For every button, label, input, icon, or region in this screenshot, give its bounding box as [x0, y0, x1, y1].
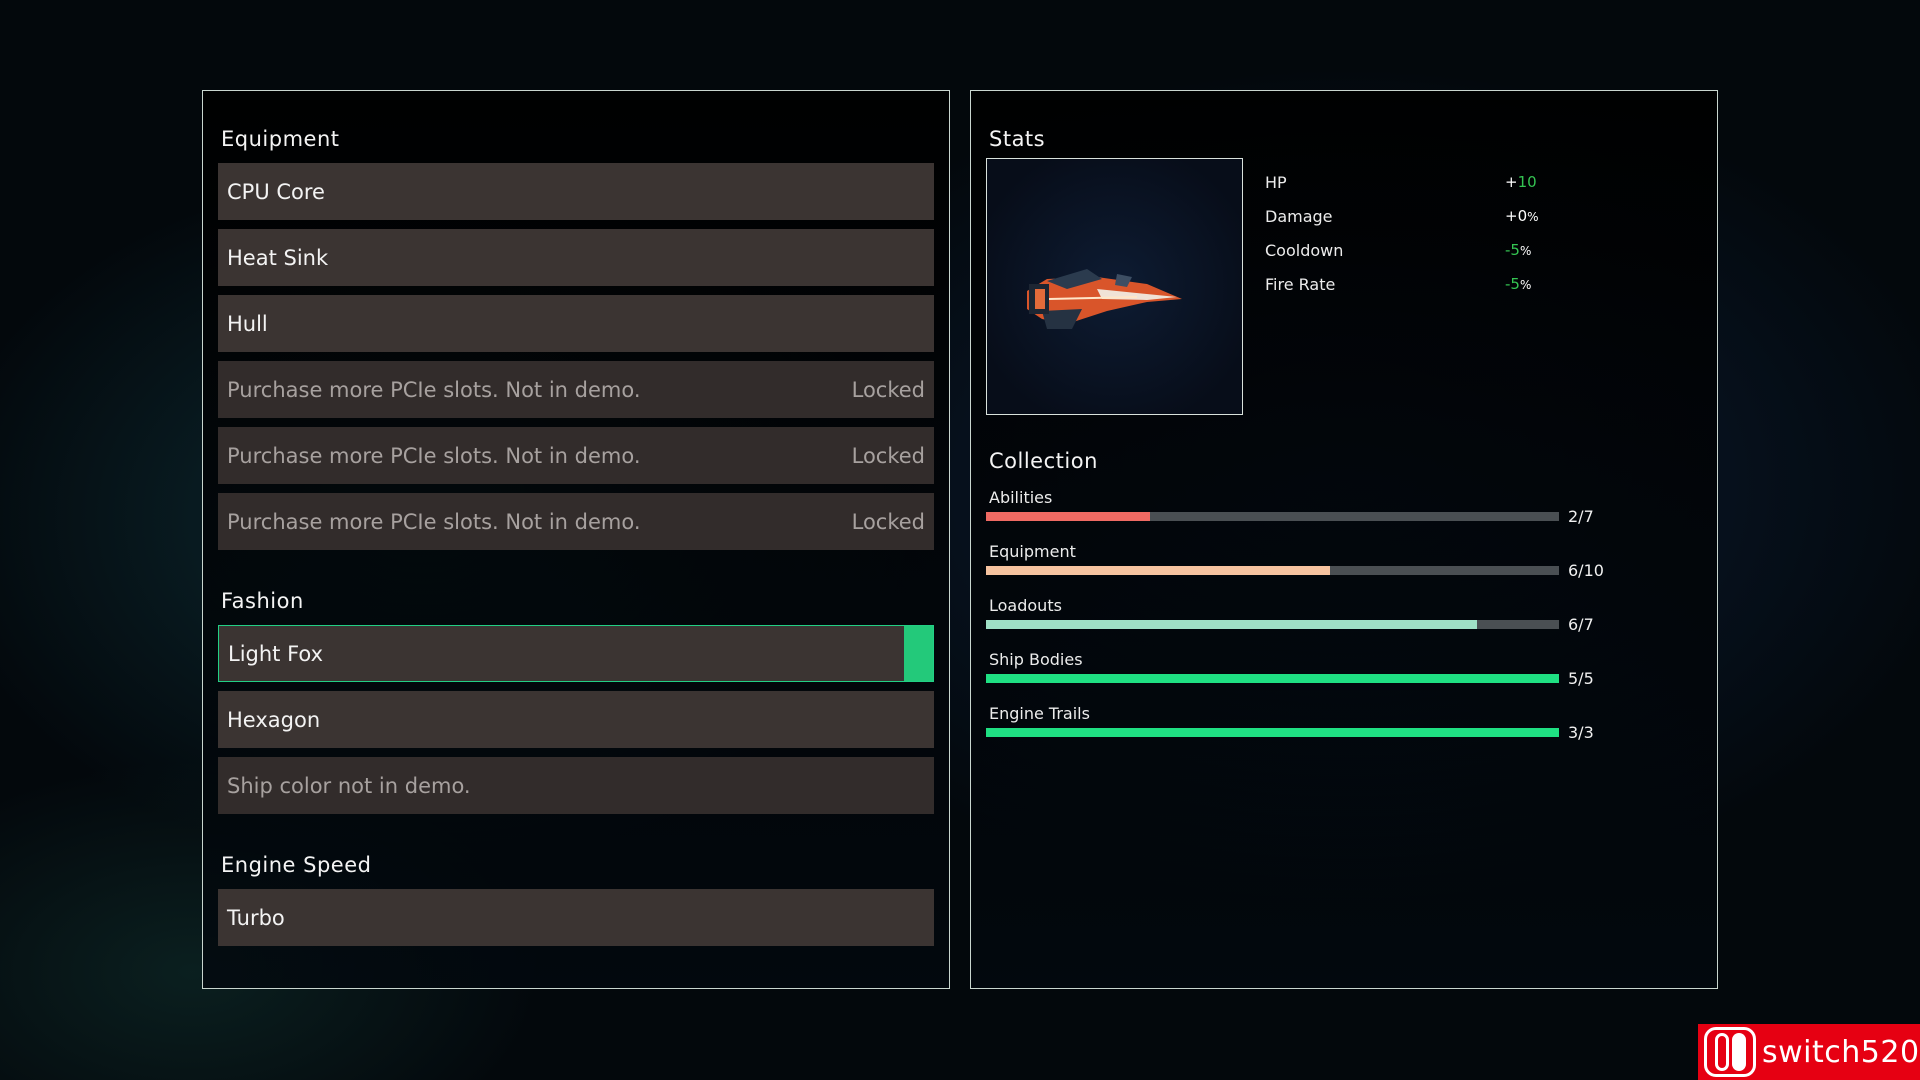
ship-preview [986, 158, 1243, 415]
collection-progress-fill [986, 620, 1478, 629]
collection-progress-bar [986, 620, 1559, 629]
stats-heading: Stats [989, 127, 1046, 151]
collection-progress-fill [986, 566, 1330, 575]
stat-sign: + [1505, 207, 1518, 225]
stat-row-hp: HP +10 [1265, 173, 1565, 197]
loadout-panel: Equipment CPU Core Heat Sink Hull Purcha… [202, 90, 950, 989]
collection-heading: Collection [989, 449, 1098, 473]
equipment-slot-hull[interactable]: Hull [218, 295, 934, 352]
collection-progress-bar [986, 728, 1559, 737]
stat-label: Fire Rate [1265, 275, 1336, 294]
collection-progress-fill [986, 674, 1559, 683]
collection-progress-bar [986, 512, 1559, 521]
collection-count: 2/7 [1568, 507, 1594, 526]
engine-speed-option[interactable]: Turbo [218, 889, 934, 946]
watermark-text: switch520 [1762, 1034, 1920, 1070]
stat-suffix: % [1519, 244, 1532, 258]
collection-progress-bar [986, 674, 1559, 683]
equipment-slot-cpu-core[interactable]: CPU Core [218, 163, 934, 220]
stat-row-fire-rate: Fire Rate -5% [1265, 275, 1565, 299]
switch-logo-icon [1704, 1027, 1756, 1077]
fashion-heading: Fashion [221, 589, 304, 613]
collection-label: Engine Trails [989, 704, 1090, 723]
collection-label: Abilities [989, 488, 1053, 507]
ship-icon [1027, 269, 1182, 329]
stats-panel: Stats HP +10 Damage +0% Cooldown -5% Fir… [970, 90, 1718, 989]
collection-progress-bar [986, 566, 1559, 575]
collection-count: 6/10 [1568, 561, 1604, 580]
collection-label: Loadouts [989, 596, 1062, 615]
locked-status: Locked [851, 377, 925, 402]
stat-sign: + [1505, 173, 1518, 191]
locked-slot-label: Purchase more PCIe slots. Not in demo. [227, 443, 641, 468]
collection-progress-fill [986, 728, 1559, 737]
stat-number: 5 [1510, 241, 1520, 259]
fashion-item-light-fox[interactable]: Light Fox [218, 625, 934, 682]
locked-slot[interactable]: Purchase more PCIe slots. Not in demo. L… [218, 427, 934, 484]
stat-value: +0% [1505, 207, 1539, 225]
collection-label: Equipment [989, 542, 1076, 561]
stat-value: +10 [1505, 173, 1537, 191]
fashion-item-label: Hexagon [227, 707, 321, 732]
engine-speed-heading: Engine Speed [221, 853, 372, 877]
selection-indicator [904, 626, 933, 681]
collection-progress-fill [986, 512, 1150, 521]
stat-label: Cooldown [1265, 241, 1344, 260]
engine-speed-value: Turbo [227, 905, 285, 930]
fashion-item-label: Light Fox [228, 641, 324, 666]
collection-count: 5/5 [1568, 669, 1594, 688]
stat-value: -5% [1505, 275, 1531, 293]
slot-label: Hull [227, 311, 268, 336]
watermark: switch520 [1698, 1024, 1920, 1080]
stat-label: Damage [1265, 207, 1333, 226]
stat-number: 10 [1517, 173, 1537, 191]
slot-label: CPU Core [227, 179, 325, 204]
stat-label: HP [1265, 173, 1287, 192]
locked-status: Locked [851, 509, 925, 534]
equipment-slot-heat-sink[interactable]: Heat Sink [218, 229, 934, 286]
collection-label: Ship Bodies [989, 650, 1083, 669]
fashion-item-ship-color[interactable]: Ship color not in demo. [218, 757, 934, 814]
stat-row-damage: Damage +0% [1265, 207, 1565, 231]
fashion-item-label: Ship color not in demo. [227, 773, 471, 798]
stat-suffix: % [1519, 278, 1532, 292]
collection-count: 6/7 [1568, 615, 1594, 634]
locked-slot-label: Purchase more PCIe slots. Not in demo. [227, 377, 641, 402]
locked-slot[interactable]: Purchase more PCIe slots. Not in demo. L… [218, 493, 934, 550]
collection-count: 3/3 [1568, 723, 1594, 742]
locked-slot[interactable]: Purchase more PCIe slots. Not in demo. L… [218, 361, 934, 418]
stat-number: 5 [1510, 275, 1520, 293]
locked-status: Locked [851, 443, 925, 468]
stat-suffix: % [1527, 210, 1539, 224]
equipment-heading: Equipment [221, 127, 340, 151]
stat-row-cooldown: Cooldown -5% [1265, 241, 1565, 265]
fashion-item-hexagon[interactable]: Hexagon [218, 691, 934, 748]
slot-label: Heat Sink [227, 245, 329, 270]
stat-number: 0 [1517, 207, 1528, 225]
stat-value: -5% [1505, 241, 1531, 259]
locked-slot-label: Purchase more PCIe slots. Not in demo. [227, 509, 641, 534]
